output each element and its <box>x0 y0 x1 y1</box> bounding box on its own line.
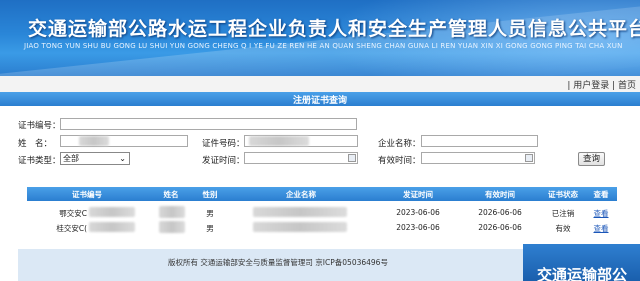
redacted-value <box>159 206 185 218</box>
issue-time-input[interactable] <box>244 152 358 164</box>
cert-no-cell: 桂交安C( <box>56 224 87 233</box>
cert-no-label: 证书编号： <box>18 121 61 131</box>
section-title: 注册证书查询 <box>292 96 347 106</box>
redacted-value <box>89 222 135 232</box>
table-header: 证书编号 姓名 性别 企业名称 发证时间 有效时间 证书状态 查看 <box>27 187 617 201</box>
footer-logo-text: 交通运输部公 <box>537 266 628 281</box>
issue-time-cell: 2023-06-06 <box>396 223 440 232</box>
calendar-icon[interactable] <box>525 154 533 162</box>
valid-time-cell: 2026-06-06 <box>478 208 522 217</box>
company-input[interactable] <box>421 135 538 147</box>
redacted-value <box>249 136 309 146</box>
redacted-value <box>89 207 135 217</box>
col-cert-no: 证书编号 <box>72 190 102 199</box>
cert-type-value: 全部 <box>63 154 79 163</box>
chevron-down-icon: ⌄ <box>119 154 126 163</box>
redacted-value <box>253 207 347 217</box>
cert-id-label: 证件号码： <box>202 139 245 149</box>
top-link-bar: | 用户登录 | 首页 <box>0 76 640 93</box>
valid-time-label: 有效时间： <box>378 156 421 166</box>
section-header: 注册证书查询 <box>0 92 640 106</box>
search-form: 证书编号： 姓 名： 证件号码： 企业名称： 证书类型： 全部 ⌄ 发证时间： … <box>0 112 640 172</box>
header-banner: 交通运输部公路水运工程企业负责人和安全生产管理人员信息公共平台查询 JIAO T… <box>0 0 640 76</box>
site-title-pinyin: JIAO TONG YUN SHU BU GONG LU SHUI YUN GO… <box>24 42 623 50</box>
status-cell: 已注销 <box>551 209 575 218</box>
table-row: 鄂交安C 男 2023-06-06 2026-06-06 已注销 查看 <box>27 205 617 219</box>
gender-cell: 男 <box>206 224 214 233</box>
copyright-text: 版权所有 交通运输部安全与质量监督管理司 京ICP备05036496号 <box>168 258 388 267</box>
col-gender: 性别 <box>202 190 218 199</box>
cert-no-input[interactable] <box>60 118 357 130</box>
table-row: 桂交安C( 男 2023-06-06 2026-06-06 有效 查看 <box>27 220 617 234</box>
gender-cell: 男 <box>206 209 214 218</box>
valid-time-cell: 2026-06-06 <box>478 223 522 232</box>
status-cell: 有效 <box>555 224 571 233</box>
footer-logo: 交通运输部公 <box>523 244 640 281</box>
redacted-value <box>253 222 347 232</box>
cert-no-cell: 鄂交安C <box>59 209 87 218</box>
search-button[interactable]: 查询 <box>578 152 605 166</box>
calendar-icon[interactable] <box>348 154 356 162</box>
issue-time-cell: 2023-06-06 <box>396 208 440 217</box>
col-name: 姓名 <box>163 190 179 199</box>
col-status: 证书状态 <box>548 190 578 199</box>
name-label: 姓 名： <box>18 139 53 149</box>
col-company: 企业名称 <box>286 190 316 199</box>
col-view: 查看 <box>593 190 609 199</box>
view-link[interactable]: 查看 <box>585 223 617 234</box>
view-link[interactable]: 查看 <box>585 208 617 219</box>
issue-time-label: 发证时间： <box>202 156 245 166</box>
cert-type-select[interactable]: 全部 ⌄ <box>60 152 130 165</box>
company-label: 企业名称： <box>378 139 421 149</box>
valid-time-input[interactable] <box>421 152 535 164</box>
cert-id-input[interactable] <box>244 135 358 147</box>
redacted-value <box>159 221 185 233</box>
redacted-value <box>79 136 109 146</box>
top-links: | 用户登录 | 首页 <box>567 78 636 91</box>
col-issue-time: 发证时间 <box>403 190 433 199</box>
cert-type-label: 证书类型： <box>18 156 61 166</box>
col-valid-time: 有效时间 <box>485 190 515 199</box>
name-input[interactable] <box>60 135 188 147</box>
user-login-link[interactable]: | 用户登录 <box>567 81 609 91</box>
home-link[interactable]: | 首页 <box>612 81 636 91</box>
site-title: 交通运输部公路水运工程企业负责人和安全生产管理人员信息公共平台查询 <box>28 18 640 40</box>
